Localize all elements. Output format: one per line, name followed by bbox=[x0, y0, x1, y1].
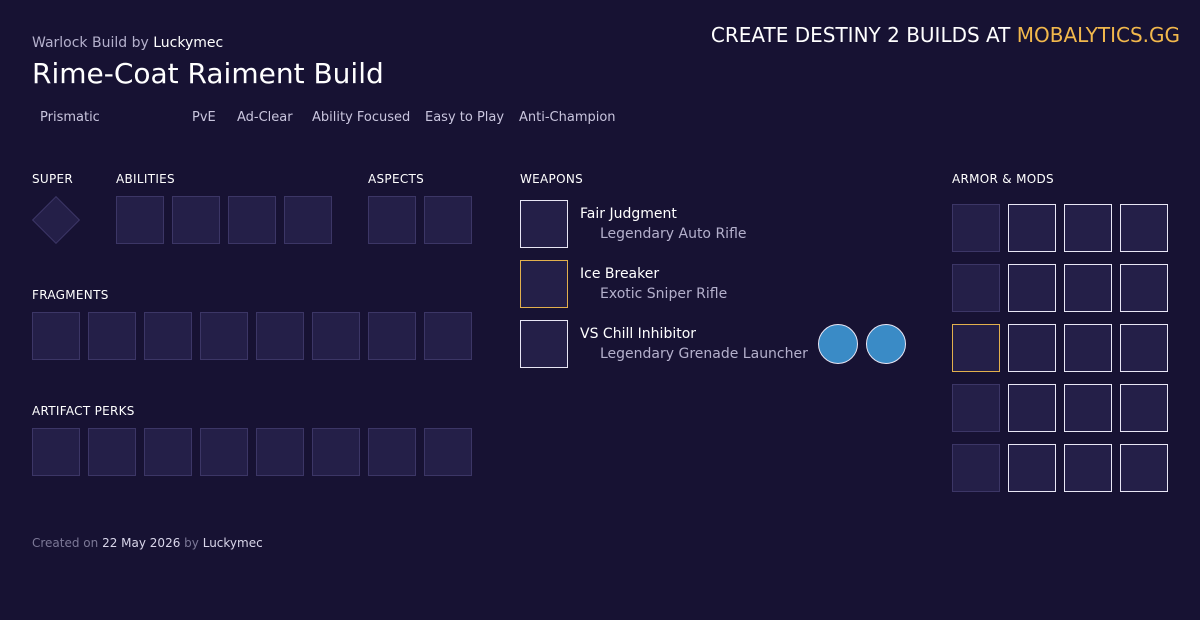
artifact-perk-slot-2[interactable] bbox=[88, 428, 136, 476]
mod-slot-chest-3[interactable] bbox=[1120, 324, 1168, 372]
super-label: SUPER bbox=[32, 172, 74, 186]
ability-slot-3[interactable] bbox=[228, 196, 276, 244]
mod-slot-legs-1[interactable] bbox=[1008, 384, 1056, 432]
weapon-name-1[interactable]: Fair Judgment bbox=[580, 206, 677, 222]
tag-anti-champion: Anti-Champion bbox=[519, 110, 616, 125]
weapon-name-2[interactable]: Ice Breaker bbox=[580, 266, 659, 282]
tag-subclass: Prismatic bbox=[40, 110, 100, 125]
weapon-icon-kinetic[interactable] bbox=[520, 200, 568, 248]
fragment-slot-8[interactable] bbox=[424, 312, 472, 360]
weapon-name-3[interactable]: VS Chill Inhibitor bbox=[580, 326, 696, 342]
footer-date: 22 May 2026 bbox=[102, 536, 181, 550]
aspect-slot-1[interactable] bbox=[368, 196, 416, 244]
armor-class-item[interactable] bbox=[952, 444, 1000, 492]
mod-slot-class-2[interactable] bbox=[1064, 444, 1112, 492]
author-link[interactable]: Luckymec bbox=[153, 35, 223, 51]
weapon-icon-energy[interactable] bbox=[520, 260, 568, 308]
aspects-label: ASPECTS bbox=[368, 172, 425, 186]
weapon-type-2: Exotic Sniper Rifle bbox=[600, 286, 728, 302]
ability-slot-1[interactable] bbox=[116, 196, 164, 244]
aspect-slot-2[interactable] bbox=[424, 196, 472, 244]
mod-slot-helmet-3[interactable] bbox=[1120, 204, 1168, 252]
fragment-slot-4[interactable] bbox=[200, 312, 248, 360]
armor-chest-exotic[interactable] bbox=[952, 324, 1000, 372]
fragment-slot-6[interactable] bbox=[312, 312, 360, 360]
fragment-slot-5[interactable] bbox=[256, 312, 304, 360]
mod-slot-legs-2[interactable] bbox=[1064, 384, 1112, 432]
fragments-label: FRAGMENTS bbox=[32, 288, 109, 302]
footer-author[interactable]: Luckymec bbox=[203, 536, 263, 550]
page-title: Rime-Coat Raiment Build bbox=[32, 57, 384, 90]
armor-gauntlets[interactable] bbox=[952, 264, 1000, 312]
mod-slot-chest-1[interactable] bbox=[1008, 324, 1056, 372]
weapon-type-1: Legendary Auto Rifle bbox=[600, 226, 747, 242]
artifact-perk-slot-6[interactable] bbox=[312, 428, 360, 476]
mod-slot-legs-3[interactable] bbox=[1120, 384, 1168, 432]
footer-prefix: Created on bbox=[32, 536, 99, 550]
tag-activity: PvE bbox=[192, 110, 216, 125]
artifact-perk-slot-3[interactable] bbox=[144, 428, 192, 476]
mod-slot-gauntlets-3[interactable] bbox=[1120, 264, 1168, 312]
artifact-perks-label: ARTIFACT PERKS bbox=[32, 404, 135, 418]
tag-easy-to-play: Easy to Play bbox=[425, 110, 505, 125]
mod-slot-gauntlets-2[interactable] bbox=[1064, 264, 1112, 312]
footer-by: by bbox=[184, 536, 199, 550]
fragment-slot-3[interactable] bbox=[144, 312, 192, 360]
ability-slot-2[interactable] bbox=[172, 196, 220, 244]
abilities-label: ABILITIES bbox=[116, 172, 175, 186]
mod-slot-chest-2[interactable] bbox=[1064, 324, 1112, 372]
artifact-perk-slot-5[interactable] bbox=[256, 428, 304, 476]
footer-created: Created on 22 May 2026 by Luckymec bbox=[32, 536, 263, 550]
weapon-icon-power[interactable] bbox=[520, 320, 568, 368]
tag-ad-clear: Ad-Clear bbox=[237, 110, 293, 125]
armor-mods-label: ARMOR & MODS bbox=[952, 172, 1054, 186]
super-slot[interactable] bbox=[31, 195, 81, 245]
artifact-perk-slot-4[interactable] bbox=[200, 428, 248, 476]
armor-legs[interactable] bbox=[952, 384, 1000, 432]
tag-ability-focused: Ability Focused bbox=[312, 110, 411, 125]
mod-slot-helmet-2[interactable] bbox=[1064, 204, 1112, 252]
mod-slot-helmet-1[interactable] bbox=[1008, 204, 1056, 252]
artifact-perk-slot-7[interactable] bbox=[368, 428, 416, 476]
fragment-slot-2[interactable] bbox=[88, 312, 136, 360]
weapons-label: WEAPONS bbox=[520, 172, 584, 186]
promo-text: CREATE DESTINY 2 BUILDS AT bbox=[710, 23, 1011, 47]
mod-slot-class-3[interactable] bbox=[1120, 444, 1168, 492]
weapon-perk-1[interactable] bbox=[818, 324, 858, 364]
artifact-perk-slot-8[interactable] bbox=[424, 428, 472, 476]
mod-slot-class-1[interactable] bbox=[1008, 444, 1056, 492]
ability-slot-4[interactable] bbox=[284, 196, 332, 244]
weapon-perk-2[interactable] bbox=[866, 324, 906, 364]
promo-brand[interactable]: MOBALYTICS.GG bbox=[1017, 23, 1180, 47]
build-class-author: Warlock Build by Luckymec bbox=[32, 35, 223, 51]
mod-slot-gauntlets-1[interactable] bbox=[1008, 264, 1056, 312]
artifact-perk-slot-1[interactable] bbox=[32, 428, 80, 476]
build-class-label: Warlock Build by bbox=[32, 35, 149, 51]
weapon-type-3: Legendary Grenade Launcher bbox=[600, 346, 808, 362]
fragment-slot-1[interactable] bbox=[32, 312, 80, 360]
armor-helmet[interactable] bbox=[952, 204, 1000, 252]
fragment-slot-7[interactable] bbox=[368, 312, 416, 360]
promo-banner[interactable]: CREATE DESTINY 2 BUILDS AT MOBALYTICS.GG bbox=[711, 23, 1180, 47]
